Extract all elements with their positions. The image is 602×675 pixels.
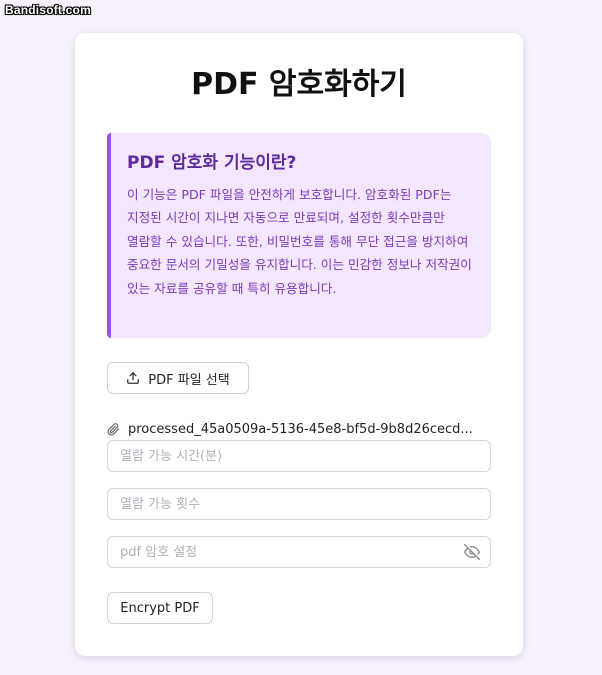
view-count-input[interactable]	[107, 488, 491, 520]
view-time-input[interactable]	[107, 440, 491, 472]
password-input[interactable]	[107, 536, 491, 568]
bandisoft-watermark: Bandisoft.com	[5, 3, 91, 17]
info-description: 이 기능은 PDF 파일을 안전하게 보호합니다. 암호화된 PDF는 지정된 …	[127, 187, 472, 296]
info-title: PDF 암호화 기능이란?	[127, 153, 297, 173]
page-title: PDF 암호화하기	[191, 67, 407, 102]
select-pdf-button[interactable]: PDF 파일 선택	[107, 362, 249, 394]
selected-file: processed_45a0509a-5136-45e8-bf5d-9b8d26…	[107, 419, 473, 439]
select-pdf-label: PDF 파일 선택	[148, 372, 230, 388]
encrypt-pdf-button[interactable]: Encrypt PDF	[107, 592, 213, 624]
upload-icon	[127, 372, 140, 384]
file-name: processed_45a0509a-5136-45e8-bf5d-9b8d26…	[128, 421, 473, 437]
eye-off-icon[interactable]	[464, 544, 480, 560]
paperclip-icon	[107, 422, 120, 435]
info-box: PDF 암호화 기능이란? 이 기능은 PDF 파일을 안전하게 보호합니다. …	[107, 133, 491, 338]
encrypt-card: PDF 암호화하기 PDF 암호화 기능이란? 이 기능은 PDF 파일을 안전…	[75, 33, 523, 656]
